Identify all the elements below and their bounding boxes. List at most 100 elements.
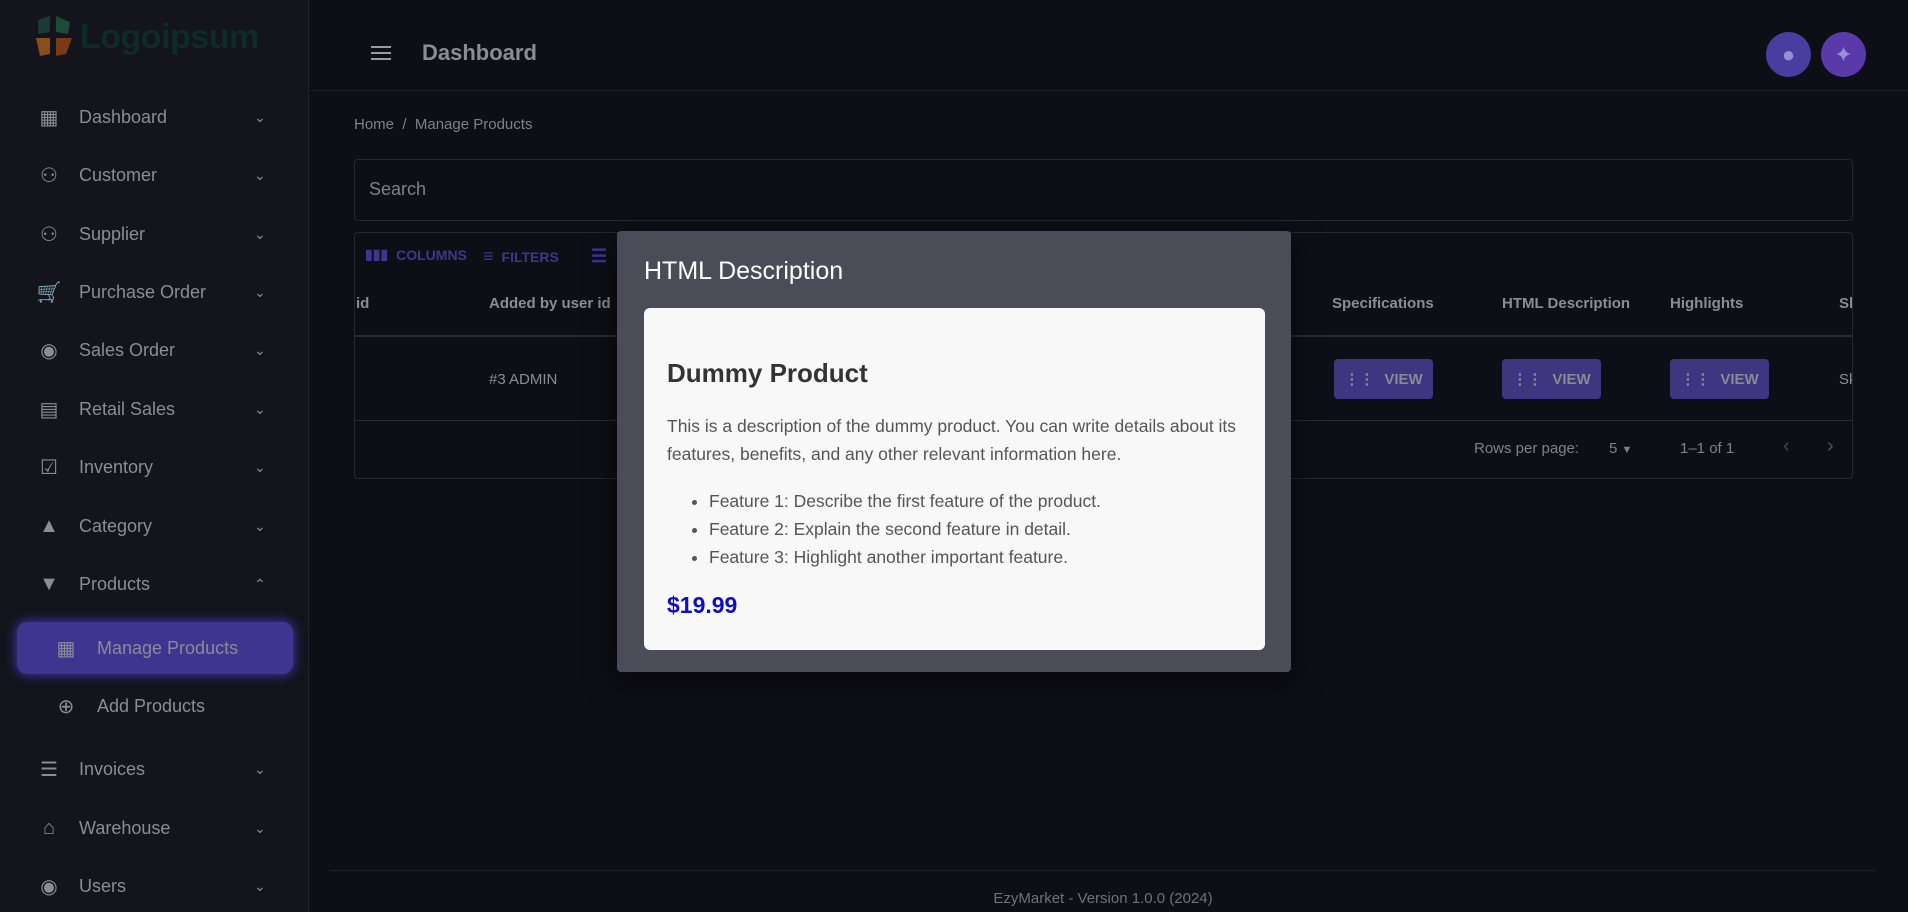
feature-item: Feature 2: Explain the second feature in… <box>709 515 1101 543</box>
chevron-down-icon: ⌄ <box>254 819 266 836</box>
sidebar-item-label: Dashboard <box>79 106 168 127</box>
sidebar-item-label: Customer <box>79 164 158 185</box>
breadcrumb-home[interactable]: Home <box>354 116 394 133</box>
sparkle-icon[interactable]: ✦ <box>1821 32 1866 77</box>
column-header[interactable]: Added by user id <box>489 295 611 312</box>
column-header[interactable]: Sk <box>1839 295 1852 312</box>
columns-label: COLUMNS <box>396 246 467 263</box>
grid-icon: ⋮⋮ <box>1344 371 1375 388</box>
view-label: VIEW <box>1384 370 1423 388</box>
chevron-down-icon: ⌄ <box>254 458 266 475</box>
sidebar-item-label: Warehouse <box>79 817 171 838</box>
column-header[interactable]: Highlights <box>1670 295 1743 312</box>
filters-button[interactable]: ≡ FILTERS <box>483 246 559 267</box>
sidebar-item-customer[interactable]: ⚇ Customer ⌄ <box>0 153 309 197</box>
column-header[interactable]: id <box>356 295 369 312</box>
sidebar-item-label: Purchase Order <box>79 281 207 302</box>
sidebar-item-warehouse[interactable]: ⌂ Warehouse ⌄ <box>0 806 309 850</box>
sidebar-item-purchase-order[interactable]: 🛒 Purchase Order ⌄ <box>0 270 309 314</box>
chevron-down-icon: ⌄ <box>254 225 266 242</box>
breadcrumb-separator: / <box>402 116 407 133</box>
sidebar-item-dashboard[interactable]: ▦ Dashboard ⌄ <box>0 95 309 139</box>
footer-divider <box>330 870 1876 871</box>
view-specifications-button[interactable]: ⋮⋮ VIEW <box>1334 359 1433 399</box>
top-bar: Dashboard ● ✦ <box>309 0 1908 91</box>
chevron-down-icon: ⌄ <box>254 517 266 534</box>
caret-down-icon: ▼ <box>1621 444 1633 456</box>
sidebar-item-category[interactable]: ▲ Category ⌄ <box>0 504 309 548</box>
columns-button[interactable]: ▮▮▮ COLUMNS <box>365 246 467 263</box>
previous-page-icon[interactable]: ‹ <box>1783 435 1790 458</box>
product-heading: Dummy Product <box>667 358 868 388</box>
grid-icon: ⋮⋮ <box>1680 371 1711 388</box>
sidebar-item-supplier[interactable]: ⚇ Supplier ⌄ <box>0 212 309 256</box>
sidebar-item-add-products[interactable]: ⊕ Add Products <box>0 684 309 728</box>
sidebar-item-inventory[interactable]: ☑ Inventory ⌄ <box>0 445 309 489</box>
chevron-down-icon: ⌄ <box>254 283 266 300</box>
sidebar-item-label: Sales Order <box>79 339 176 360</box>
sidebar-item-manage-products[interactable]: ▦ Manage Products <box>0 626 309 670</box>
pagination-range: 1–1 of 1 <box>1680 440 1735 457</box>
sidebar-item-label: Inventory <box>79 456 154 477</box>
menu-icon[interactable] <box>371 46 391 64</box>
rows-per-page-value: 5 <box>1609 440 1618 457</box>
sidebar: Logoipsum ▦ Dashboard ⌄ ⚇ Customer ⌄ ⚇ Supplier… <box>0 0 309 912</box>
rows-per-page-select[interactable]: 5 ▼ <box>1609 440 1632 457</box>
shapes-icon: ▲ <box>39 514 59 537</box>
sidebar-item-invoices[interactable]: ☰ Invoices ⌄ <box>0 747 309 791</box>
people-icon: ⚇ <box>40 223 58 246</box>
people-icon: ⚇ <box>40 164 58 187</box>
warehouse-icon: ⌂ <box>42 816 56 839</box>
product-price: $19.99 <box>667 592 738 618</box>
view-highlights-button[interactable]: ⋮⋮ VIEW <box>1670 359 1769 399</box>
avatar[interactable]: ● <box>1766 32 1811 77</box>
search-input[interactable]: Search <box>354 159 1853 221</box>
account-circle-icon: ◉ <box>40 339 58 362</box>
chevron-down-icon: ⌄ <box>254 400 266 417</box>
view-html-description-button[interactable]: ⋮⋮ VIEW <box>1502 359 1601 399</box>
sidebar-item-sales-order[interactable]: ◉ Sales Order ⌄ <box>0 328 309 372</box>
next-page-icon[interactable]: › <box>1827 435 1834 458</box>
dashboard-icon: ▦ <box>39 106 59 129</box>
sidebar-item-label: Add Products <box>97 695 206 716</box>
search-placeholder: Search <box>369 179 427 199</box>
dashboard-icon: ▦ <box>56 637 76 660</box>
filter-icon: ≡ <box>483 246 494 266</box>
clipboard-check-icon: ☑ <box>40 456 58 479</box>
page-title: Dashboard <box>422 40 537 65</box>
chevron-down-icon: ⌄ <box>254 108 266 125</box>
chevron-down-icon: ⌄ <box>254 877 266 894</box>
add-circle-icon: ⊕ <box>57 695 75 718</box>
basket-icon: ▼ <box>39 572 59 595</box>
sidebar-item-label: Invoices <box>79 758 146 779</box>
feature-item: Feature 1: Describe the first feature of… <box>709 487 1101 515</box>
grid-icon: ⋮⋮ <box>1512 371 1543 388</box>
column-header[interactable]: Specifications <box>1332 295 1434 312</box>
sidebar-item-label: Supplier <box>79 223 146 244</box>
sidebar-item-label: Manage Products <box>97 637 239 658</box>
rows-per-page-label: Rows per page: <box>1474 440 1580 457</box>
sku-cell: Sk <box>1839 371 1852 388</box>
logo-icon <box>36 16 72 56</box>
chevron-down-icon: ⌄ <box>254 341 266 358</box>
column-header[interactable]: HTML Description <box>1502 295 1630 312</box>
account-circle-icon: ◉ <box>40 875 58 898</box>
sidebar-item-products[interactable]: ▼ Products ⌃ <box>0 562 309 606</box>
cart-icon: 🛒 <box>36 281 62 304</box>
chevron-down-icon: ⌄ <box>254 760 266 777</box>
sidebar-item-label: Category <box>79 515 153 536</box>
density-icon[interactable]: ☰ <box>591 246 607 267</box>
version-text: EzyMarket - Version 1.0.0 (2024) <box>993 890 1213 907</box>
sidebar-item-users[interactable]: ◉ Users ⌄ <box>0 864 309 908</box>
logo: Logoipsum <box>34 14 259 60</box>
filters-label: FILTERS <box>501 248 559 265</box>
description-card: Dummy Product This is a description of t… <box>644 308 1265 650</box>
sidebar-item-retail-sales[interactable]: ▤ Retail Sales ⌄ <box>0 387 309 431</box>
chevron-up-icon: ⌃ <box>254 575 266 592</box>
added-by-cell: #3 ADMIN <box>489 371 558 388</box>
html-description-dialog: HTML Description Dummy Product This is a… <box>617 231 1291 672</box>
logo-text: Logoipsum <box>80 17 259 56</box>
breadcrumb: Home / Manage Products <box>354 116 532 133</box>
view-label: VIEW <box>1552 370 1591 388</box>
list-icon: ☰ <box>40 758 58 781</box>
